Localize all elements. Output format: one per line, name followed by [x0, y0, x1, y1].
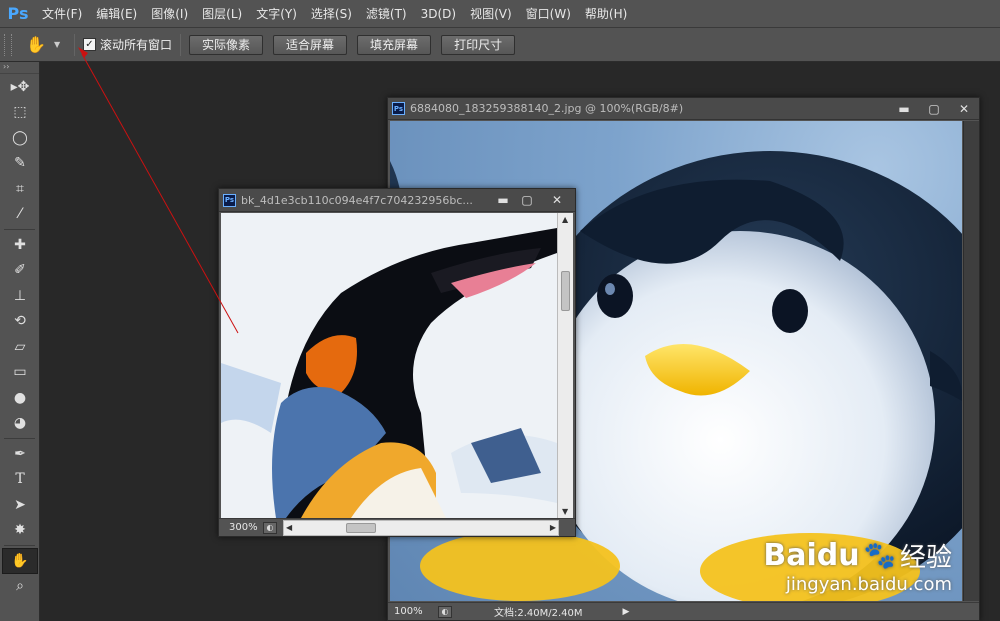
- marquee-tool-icon[interactable]: ⬚: [2, 100, 38, 126]
- horizontal-scrollbar[interactable]: ◀ ▶: [283, 519, 559, 536]
- document-window-small[interactable]: Ps bk_4d1e3cb110c094e4f7c704232956bc... …: [218, 188, 576, 537]
- healing-brush-tool-icon[interactable]: ✚: [2, 232, 38, 258]
- eyedropper-tool-icon[interactable]: ⁄: [2, 202, 38, 228]
- hand-tool-preset-icon[interactable]: ✋: [18, 33, 54, 57]
- lasso-tool-icon[interactable]: ◯: [2, 125, 38, 151]
- menu-item[interactable]: 3D(D): [415, 0, 462, 28]
- options-bar: ✋ ▼ ✓ 滚动所有窗口 实际像素 适合屏幕 填充屏幕 打印尺寸: [0, 28, 1000, 62]
- status-info-icon[interactable]: ◐: [263, 521, 277, 534]
- menu-item[interactable]: 帮助(H): [579, 0, 633, 28]
- baidu-watermark: Baidu 🐾 经验 jingyan.baidu.com: [763, 537, 952, 595]
- scroll-all-windows-checkbox[interactable]: ✓: [83, 38, 96, 51]
- menu-item[interactable]: 选择(S): [305, 0, 358, 28]
- eraser-tool-icon[interactable]: ▱: [2, 334, 38, 360]
- quick-select-tool-icon[interactable]: ✎: [2, 151, 38, 177]
- status-menu-arrow-icon[interactable]: ▶: [623, 607, 630, 617]
- clone-stamp-tool-icon[interactable]: ⊥: [2, 283, 38, 309]
- options-grip[interactable]: [4, 33, 12, 56]
- scroll-up-icon[interactable]: ▲: [562, 215, 568, 224]
- menu-item[interactable]: 视图(V): [464, 0, 518, 28]
- emperor-penguin-image: [221, 213, 557, 518]
- minimize-icon[interactable]: ▬: [491, 191, 515, 209]
- minimize-icon[interactable]: ▬: [889, 100, 919, 118]
- zoom-level[interactable]: 100%: [388, 606, 438, 617]
- document-title: 6884080_183259388140_2.jpg @ 100%(RGB/8#…: [410, 102, 684, 115]
- zoom-tool-icon[interactable]: ⌕: [2, 574, 38, 600]
- menu-items: 文件(F) 编辑(E) 图像(I) 图层(L) 文字(Y) 选择(S) 滤镜(T) 3D(D)…: [36, 0, 635, 28]
- ps-doc-icon: Ps: [392, 102, 405, 115]
- zoom-level[interactable]: 300%: [219, 522, 263, 533]
- close-icon[interactable]: ✕: [539, 191, 575, 209]
- app-logo: Ps: [7, 4, 29, 23]
- divider: [4, 545, 35, 546]
- status-info-icon[interactable]: ◐: [438, 605, 452, 618]
- pen-tool-icon[interactable]: ✒: [2, 441, 38, 467]
- vertical-scrollbar[interactable]: [963, 121, 979, 601]
- divider: [4, 438, 35, 439]
- document-status-bar: 100% ◐ 文档:2.40M/2.40M ▶: [388, 602, 979, 620]
- divider: [74, 33, 75, 56]
- menu-item[interactable]: 滤镜(T): [360, 0, 413, 28]
- dodge-tool-icon[interactable]: ◕: [2, 411, 38, 437]
- toolbox: ›› ▸✥ ⬚ ◯ ✎ ⌗ ⁄ ✚ ✐ ⊥ ⟲ ▱ ▭ ● ◕ ✒ T ➤ ✸ …: [0, 62, 40, 621]
- maximize-icon[interactable]: ▢: [515, 191, 539, 209]
- path-select-tool-icon[interactable]: ➤: [2, 492, 38, 518]
- menu-item[interactable]: 编辑(E): [90, 0, 143, 28]
- menu-item[interactable]: 图像(I): [145, 0, 194, 28]
- menu-item[interactable]: 图层(L): [196, 0, 248, 28]
- vertical-scrollbar[interactable]: ▲ ▼: [557, 213, 573, 518]
- divider: [180, 33, 182, 56]
- blur-tool-icon[interactable]: ●: [2, 385, 38, 411]
- document-title-bar[interactable]: Ps 6884080_183259388140_2.jpg @ 100%(RGB…: [388, 98, 979, 120]
- document-title: bk_4d1e3cb110c094e4f7c704232956bc...: [241, 193, 473, 207]
- print-size-button[interactable]: 打印尺寸: [441, 34, 516, 55]
- actual-pixels-button[interactable]: 实际像素: [189, 34, 264, 55]
- scroll-right-icon[interactable]: ▶: [550, 523, 556, 532]
- brush-tool-icon[interactable]: ✐: [2, 258, 38, 284]
- hand-tool-icon[interactable]: ✋: [2, 548, 38, 574]
- move-tool-icon[interactable]: ▸✥: [2, 74, 38, 100]
- watermark-brand: Baidu: [763, 538, 860, 573]
- scroll-thumb[interactable]: [346, 522, 376, 533]
- chevron-down-icon[interactable]: ▼: [54, 40, 66, 49]
- shape-tool-icon[interactable]: ✸: [2, 518, 38, 544]
- divider: [4, 229, 35, 230]
- document-size: 文档:2.40M/2.40M: [494, 608, 583, 619]
- crop-tool-icon[interactable]: ⌗: [2, 176, 38, 202]
- scroll-left-icon[interactable]: ◀: [286, 523, 292, 532]
- watermark-url: jingyan.baidu.com: [785, 574, 952, 595]
- document-status-bar: 300% ◐ ◀ ▶: [219, 518, 575, 536]
- scroll-down-icon[interactable]: ▼: [562, 507, 568, 516]
- toolbox-collapse-icon[interactable]: ››: [0, 62, 39, 74]
- menu-bar: Ps 文件(F) 编辑(E) 图像(I) 图层(L) 文字(Y) 选择(S) 滤镜(T) 3D…: [0, 0, 1000, 28]
- maximize-icon[interactable]: ▢: [919, 100, 949, 118]
- history-brush-tool-icon[interactable]: ⟲: [2, 309, 38, 335]
- close-icon[interactable]: ✕: [949, 100, 979, 118]
- ps-doc-icon: Ps: [223, 193, 236, 207]
- document-canvas[interactable]: [221, 213, 557, 518]
- resize-grip-icon[interactable]: [559, 520, 575, 536]
- type-tool-icon[interactable]: T: [2, 467, 38, 493]
- menu-item[interactable]: 窗口(W): [520, 0, 577, 28]
- document-title-bar[interactable]: Ps bk_4d1e3cb110c094e4f7c704232956bc... …: [219, 189, 575, 212]
- scroll-all-windows-label: 滚动所有窗口: [100, 38, 173, 52]
- scroll-all-windows-option[interactable]: ✓ 滚动所有窗口: [83, 36, 172, 53]
- menu-item[interactable]: 文件(F): [36, 0, 88, 28]
- paw-icon: 🐾: [863, 540, 896, 571]
- fit-screen-button[interactable]: 适合屏幕: [273, 34, 348, 55]
- scroll-thumb[interactable]: [561, 271, 570, 311]
- fill-screen-button[interactable]: 填充屏幕: [357, 34, 432, 55]
- gradient-tool-icon[interactable]: ▭: [2, 360, 38, 386]
- menu-item[interactable]: 文字(Y): [250, 0, 303, 28]
- watermark-brand-cn: 经验: [899, 543, 952, 573]
